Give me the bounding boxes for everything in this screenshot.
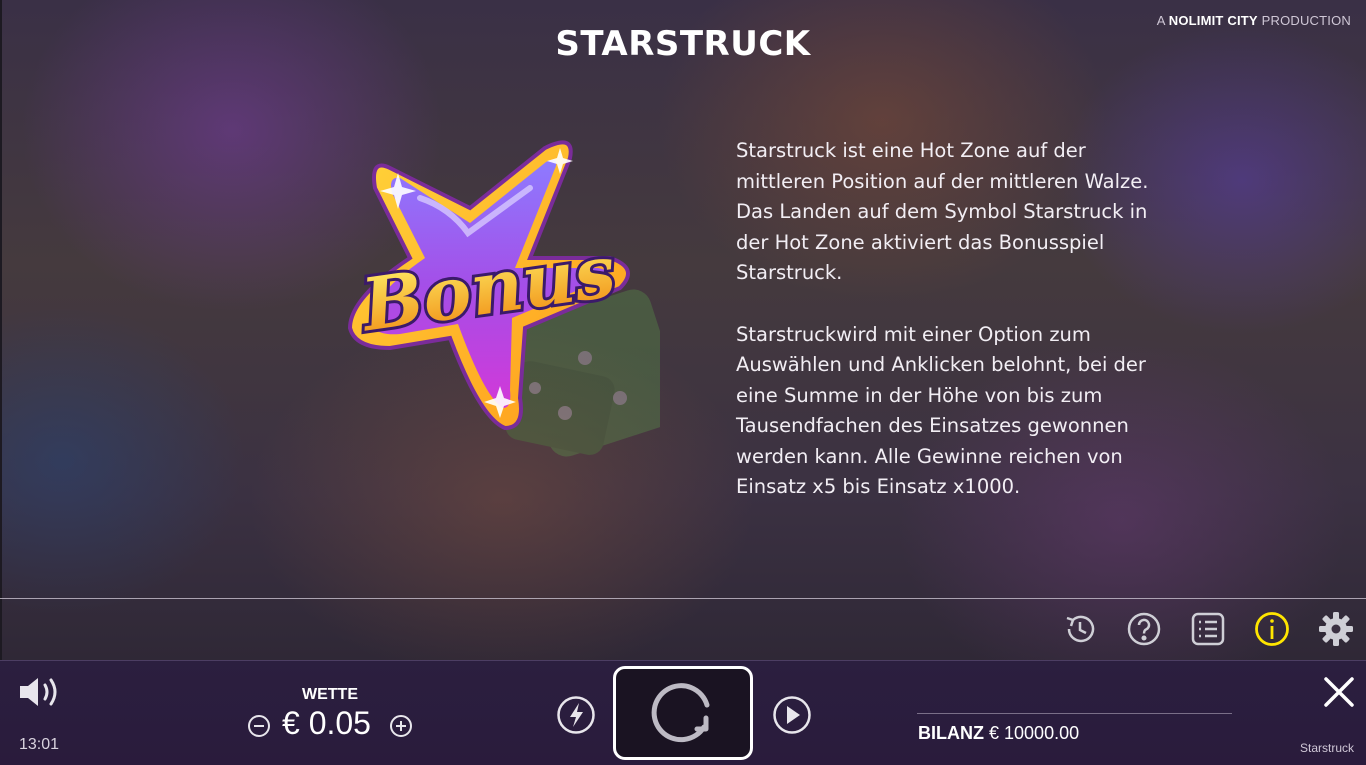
info-toolbar	[1060, 606, 1356, 652]
history-icon[interactable]	[1060, 609, 1100, 649]
game-name: Starstruck	[1299, 741, 1354, 755]
bottom-bar: 13:01 WETTE € 0.05 BILANZ € 10000.00 Sta…	[0, 660, 1366, 765]
paytable-icon[interactable]	[1188, 609, 1228, 649]
balance-divider	[917, 713, 1232, 714]
brand-credit: A NOLIMIT CITY PRODUCTION	[1157, 13, 1351, 28]
feature-description: Starstruck ist eine Hot Zone auf der mit…	[736, 136, 1176, 534]
spin-icon	[651, 683, 710, 743]
bet-value: € 0.05	[282, 705, 371, 741]
bet-label: WETTE	[302, 686, 358, 703]
balance-value: € 10000.00	[989, 723, 1080, 743]
turbo-spin-button[interactable]	[556, 695, 596, 739]
sound-icon[interactable]	[18, 675, 64, 713]
balance-label: BILANZ	[918, 723, 984, 743]
close-icon	[1324, 677, 1354, 707]
divider	[0, 598, 1366, 599]
description-paragraph: Starstruckwird mit einer Option zum Ausw…	[736, 322, 1146, 499]
close-button[interactable]	[1322, 675, 1356, 713]
brand-name: NOLIMIT CITY	[1168, 13, 1258, 28]
info-icon[interactable]	[1252, 609, 1292, 649]
description-paragraph: Starstruck ist eine Hot Zone auf der mit…	[736, 139, 1149, 284]
settings-icon[interactable]	[1316, 609, 1356, 649]
help-icon[interactable]	[1124, 609, 1164, 649]
spin-button[interactable]	[613, 666, 753, 760]
bet-decrease-button[interactable]	[247, 714, 271, 742]
bet-increase-button[interactable]	[389, 714, 413, 742]
clock: 13:01	[19, 736, 60, 753]
autoplay-button[interactable]	[772, 695, 812, 739]
page-title: STARSTRUCK	[555, 24, 811, 64]
brand-suffix: PRODUCTION	[1261, 13, 1351, 28]
bonus-star-icon: Bonus	[330, 128, 684, 458]
balance: BILANZ € 10000.00	[918, 723, 1079, 744]
brand-prefix: A	[1156, 13, 1165, 28]
